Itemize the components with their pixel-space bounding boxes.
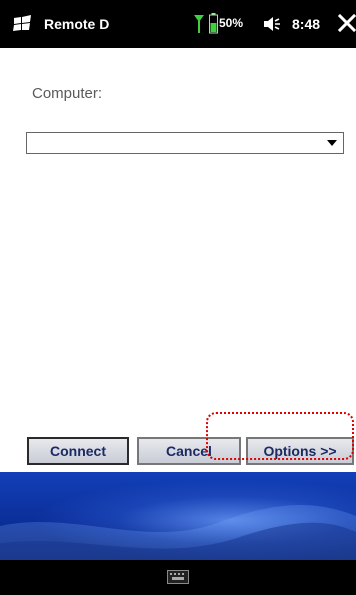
cancel-button[interactable]: Cancel — [137, 437, 241, 465]
remote-desktop-screen: Remote D 50% 8:48 Computer: Connect Canc… — [0, 0, 356, 595]
windows-flag-icon[interactable] — [12, 14, 34, 34]
volume-icon[interactable] — [262, 14, 282, 34]
battery-icon[interactable] — [209, 12, 218, 34]
options-button[interactable]: Options >> — [246, 437, 354, 465]
battery-percentage: 50% — [219, 16, 244, 30]
softkey-bar — [0, 560, 356, 595]
close-icon[interactable] — [338, 13, 356, 33]
computer-label: Computer: — [32, 85, 103, 102]
wallpaper-wave — [0, 505, 356, 562]
status-bar: Remote D 50% 8:48 — [0, 0, 356, 48]
chevron-down-icon[interactable] — [327, 140, 337, 146]
computer-dropdown[interactable] — [26, 132, 344, 154]
connection-form: Computer: — [0, 48, 356, 428]
button-row: Connect Cancel Options >> — [0, 428, 356, 472]
connect-button[interactable]: Connect — [27, 437, 129, 465]
keyboard-icon[interactable] — [167, 570, 189, 584]
signal-icon[interactable] — [192, 12, 206, 34]
wallpaper — [0, 472, 356, 562]
app-title: Remote D — [44, 16, 110, 32]
clock[interactable]: 8:48 — [292, 14, 320, 34]
